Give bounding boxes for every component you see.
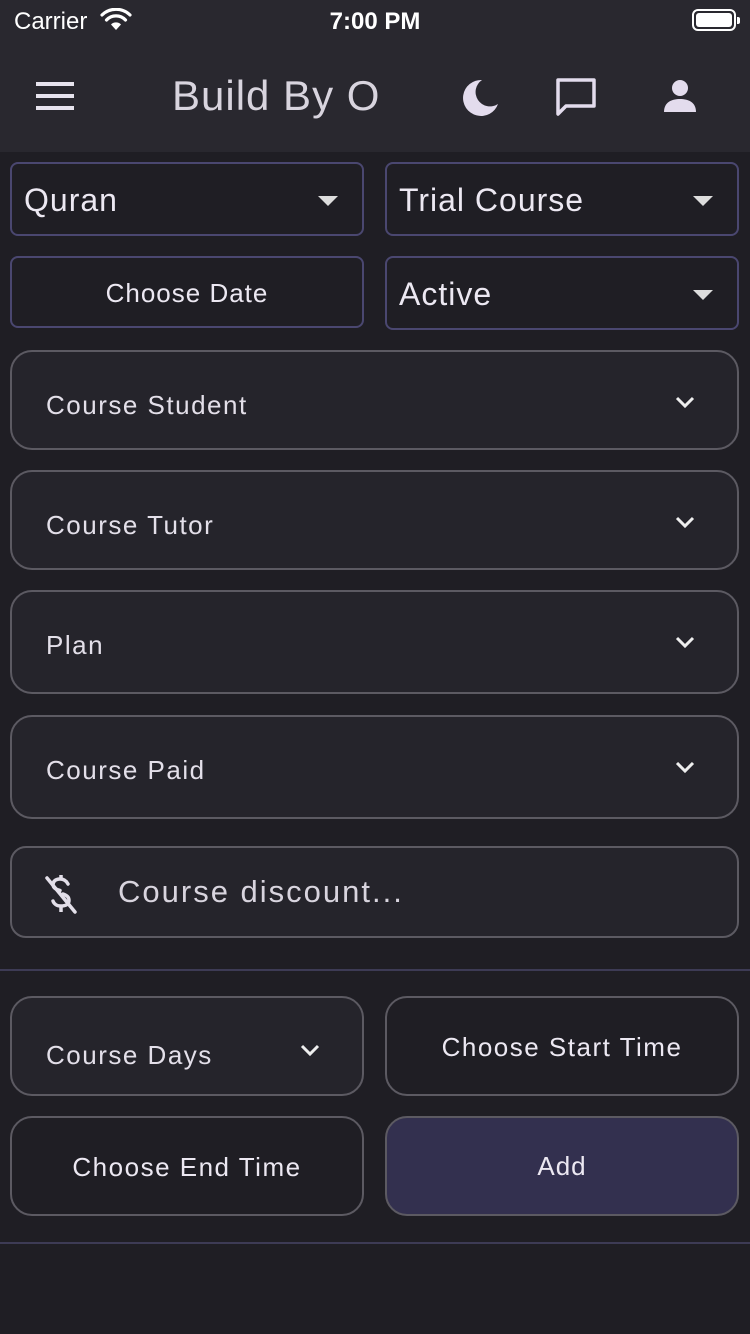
chevron-down-icon bbox=[675, 636, 695, 655]
plan-dropdown[interactable]: Plan bbox=[10, 590, 739, 694]
course-tutor-dropdown[interactable]: Course Tutor bbox=[10, 470, 739, 570]
battery-icon bbox=[692, 9, 740, 31]
discount-field[interactable] bbox=[10, 846, 739, 938]
app-title: Build By O bbox=[172, 72, 381, 119]
choose-start-time-button[interactable]: Choose Start Time bbox=[385, 996, 739, 1096]
person-icon[interactable] bbox=[662, 78, 698, 119]
discount-input[interactable] bbox=[118, 872, 678, 912]
subject-value: Quran bbox=[24, 182, 118, 218]
chat-icon[interactable] bbox=[554, 76, 598, 123]
chevron-down-icon bbox=[675, 761, 695, 780]
caret-down-icon bbox=[318, 196, 338, 206]
course-paid-dropdown[interactable]: Course Paid bbox=[10, 715, 739, 819]
course-paid-label: Course Paid bbox=[46, 755, 206, 785]
menu-icon[interactable] bbox=[36, 82, 74, 115]
subject-dropdown[interactable]: Quran bbox=[10, 162, 364, 236]
add-button[interactable]: Add bbox=[385, 1116, 739, 1216]
money-off-icon bbox=[44, 874, 78, 919]
divider bbox=[0, 969, 750, 971]
course-days-dropdown[interactable]: Course Days bbox=[10, 996, 364, 1096]
chevron-down-icon bbox=[300, 1044, 320, 1063]
course-tutor-label: Course Tutor bbox=[46, 510, 215, 540]
course-type-dropdown[interactable]: Trial Course bbox=[385, 162, 739, 236]
plan-label: Plan bbox=[46, 630, 105, 660]
course-type-value: Trial Course bbox=[399, 182, 585, 218]
status-dropdown[interactable]: Active bbox=[385, 256, 739, 330]
status-bar: Carrier 7:00 PM bbox=[0, 0, 750, 44]
choose-date-button[interactable]: Choose Date bbox=[10, 256, 364, 328]
moon-icon[interactable] bbox=[460, 78, 500, 123]
app-bar: Build By O bbox=[0, 44, 750, 152]
course-student-label: Course Student bbox=[46, 390, 248, 420]
chevron-down-icon bbox=[675, 396, 695, 415]
status-value: Active bbox=[399, 276, 493, 312]
divider bbox=[0, 1242, 750, 1244]
course-student-dropdown[interactable]: Course Student bbox=[10, 350, 739, 450]
caret-down-icon bbox=[693, 196, 713, 206]
caret-down-icon bbox=[693, 290, 713, 300]
course-days-label: Course Days bbox=[46, 1040, 213, 1070]
chevron-down-icon bbox=[675, 516, 695, 535]
status-time: 7:00 PM bbox=[329, 8, 421, 35]
choose-end-time-button[interactable]: Choose End Time bbox=[10, 1116, 364, 1216]
